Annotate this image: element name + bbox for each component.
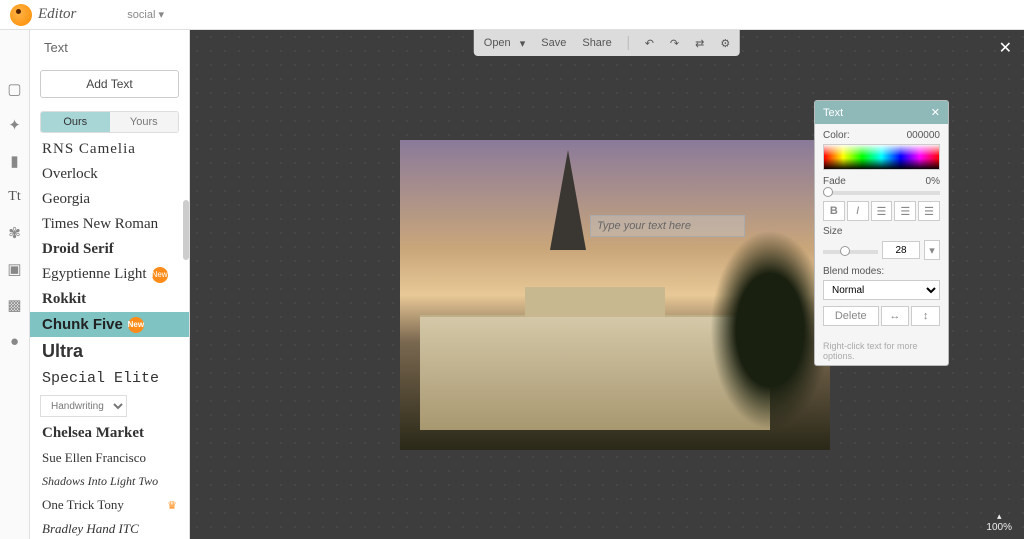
font-item[interactable]: Rokkit xyxy=(30,287,189,312)
canvas-area: Open ▾ Save Share ↶ ↷ ⇄ ⚙ ✕ Type your te… xyxy=(190,30,1024,539)
caret-down-icon: ▾ xyxy=(520,37,526,50)
color-picker[interactable] xyxy=(823,144,940,170)
caret-down-icon: ▾ xyxy=(158,9,164,21)
app-title: Editor xyxy=(38,6,76,23)
panel-title: Text xyxy=(823,107,843,119)
size-label: Size xyxy=(823,226,842,237)
texture-icon[interactable]: ▩ xyxy=(6,296,24,314)
font-item[interactable]: Sue Ellen Francisco xyxy=(30,446,189,470)
font-list[interactable]: RNS CameliaOverlockGeorgiaTimes New Roma… xyxy=(30,133,189,539)
font-tabs: Ours Yours xyxy=(40,111,179,133)
share-button[interactable]: Share xyxy=(582,37,611,49)
text-placeholder: Type your text here xyxy=(597,220,691,232)
image-content xyxy=(550,150,586,250)
frame-icon[interactable]: ▣ xyxy=(6,260,24,278)
align-right-button[interactable]: ☰ xyxy=(918,201,940,221)
fade-value: 0% xyxy=(926,176,940,187)
tool-rail: ▢ ✦ ▮ Tt ✾ ▣ ▩ ● xyxy=(0,30,30,539)
fit-icon[interactable]: ⇄ xyxy=(695,37,704,50)
monkey-icon xyxy=(10,4,32,26)
font-item[interactable]: Chelsea Market xyxy=(30,421,189,446)
bold-button[interactable]: B xyxy=(823,201,845,221)
butterfly-icon[interactable]: ✾ xyxy=(6,224,24,242)
fade-slider[interactable] xyxy=(823,191,940,195)
zoom-indicator[interactable]: ▴ 100% xyxy=(986,511,1012,533)
mode-selector[interactable]: social ▾ xyxy=(127,8,164,21)
panel-title: Text xyxy=(30,30,189,65)
magic-icon[interactable]: ✦ xyxy=(6,116,24,134)
scrollbar-thumb[interactable] xyxy=(183,200,189,260)
save-button[interactable]: Save xyxy=(541,37,566,49)
color-label: Color: xyxy=(823,130,850,141)
font-item[interactable]: Egyptienne LightNew xyxy=(30,262,189,287)
font-item[interactable]: Bradley Hand ITC xyxy=(30,517,189,539)
text-input-box[interactable]: Type your text here xyxy=(590,215,745,237)
apple-icon[interactable]: ● xyxy=(6,332,24,350)
font-item[interactable]: Special Elite xyxy=(30,366,189,391)
align-center-button[interactable]: ☰ xyxy=(894,201,916,221)
font-category-select[interactable]: Handwriting xyxy=(40,395,127,417)
font-item[interactable]: Overlock xyxy=(30,162,189,187)
brush-icon[interactable]: ▮ xyxy=(6,152,24,170)
size-input[interactable] xyxy=(882,241,920,259)
font-item[interactable]: RNS Camelia xyxy=(30,137,189,162)
app-logo: Editor xyxy=(10,4,76,26)
text-side-panel: Text Add Text Ours Yours RNS CameliaOver… xyxy=(30,30,190,539)
image-canvas[interactable]: Type your text here xyxy=(400,140,830,450)
font-item[interactable]: Shadows Into Light Two xyxy=(30,470,189,493)
fade-label: Fade xyxy=(823,176,846,187)
blend-mode-select[interactable]: Normal xyxy=(823,280,940,300)
font-item[interactable]: One Trick Tony♛ xyxy=(30,493,189,517)
crop-icon[interactable]: ▢ xyxy=(6,80,24,98)
undo-icon[interactable]: ↶ xyxy=(645,37,654,50)
flip-vertical-button[interactable]: ↕ xyxy=(911,306,940,326)
font-item[interactable]: Droid Serif xyxy=(30,237,189,262)
zoom-value: 100% xyxy=(986,522,1012,533)
text-tool-icon[interactable]: Tt xyxy=(6,188,24,206)
caret-up-icon: ▴ xyxy=(986,511,1012,522)
color-value: 000000 xyxy=(907,130,940,141)
flip-horizontal-button[interactable]: ↔ xyxy=(881,306,910,326)
tab-ours[interactable]: Ours xyxy=(41,112,110,132)
font-item[interactable]: Chunk FiveNew xyxy=(30,312,189,337)
open-button[interactable]: Open ▾ xyxy=(484,37,526,50)
canvas-toolbar: Open ▾ Save Share ↶ ↷ ⇄ ⚙ xyxy=(474,30,740,56)
blend-label: Blend modes: xyxy=(823,266,884,277)
image-content xyxy=(710,230,830,430)
separator xyxy=(628,36,629,50)
font-item[interactable]: Times New Roman xyxy=(30,212,189,237)
close-button[interactable]: ✕ xyxy=(999,38,1012,58)
tab-yours[interactable]: Yours xyxy=(110,112,179,132)
align-left-button[interactable]: ☰ xyxy=(871,201,893,221)
panel-hint: Right-click text for more options. xyxy=(815,337,948,365)
close-icon[interactable]: ✕ xyxy=(931,106,940,119)
font-item[interactable]: Georgia xyxy=(30,187,189,212)
text-properties-panel: Text ✕ Color: 000000 Fade 0% B I ☰ ☰ ☰ Siz… xyxy=(814,100,949,366)
new-badge: New xyxy=(128,317,144,333)
crown-icon: ♛ xyxy=(167,499,177,512)
italic-button[interactable]: I xyxy=(847,201,869,221)
delete-button[interactable]: Delete xyxy=(823,306,879,326)
add-text-button[interactable]: Add Text xyxy=(40,70,179,98)
app-header: Editor social ▾ xyxy=(0,0,1024,30)
panel-header[interactable]: Text ✕ xyxy=(815,101,948,124)
new-badge: New xyxy=(152,267,168,283)
settings-icon[interactable]: ⚙ xyxy=(720,37,730,50)
size-slider[interactable] xyxy=(823,250,878,254)
redo-icon[interactable]: ↷ xyxy=(670,37,679,50)
size-dropdown-button[interactable]: ▾ xyxy=(924,240,940,260)
font-item[interactable]: Ultra xyxy=(30,337,189,366)
